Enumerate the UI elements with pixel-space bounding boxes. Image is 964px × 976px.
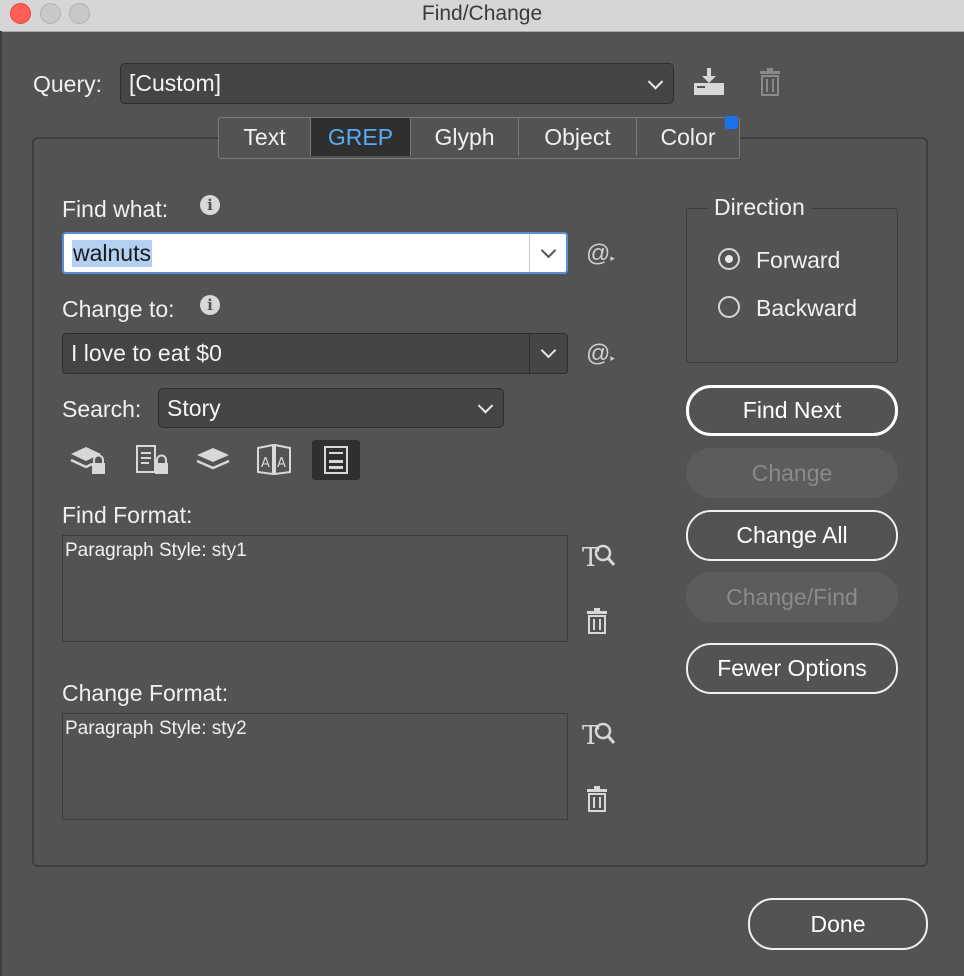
find-format-value: Paragraph Style: sty1 — [65, 540, 247, 561]
change-to-value: I love to eat $0 — [71, 340, 222, 366]
find-next-button[interactable]: Find Next — [686, 385, 898, 436]
done-button[interactable]: Done — [748, 898, 928, 950]
query-dropdown[interactable]: [Custom] — [120, 63, 674, 104]
change-to-history-button[interactable] — [529, 334, 567, 373]
include-locked-layers-icon[interactable] — [70, 444, 108, 476]
query-label: Query: — [33, 71, 103, 97]
find-format-box[interactable]: Paragraph Style: sty1 — [62, 535, 568, 642]
find-format-label: Find Format: — [62, 502, 193, 528]
include-locked-stories-icon[interactable] — [135, 444, 171, 476]
search-scope-dropdown[interactable]: Story — [158, 388, 504, 428]
change-find-button[interactable]: Change/Find — [686, 572, 898, 622]
chevron-down-icon — [477, 398, 494, 414]
specify-change-format-icon[interactable]: T — [582, 718, 616, 753]
tab-glyph[interactable]: Glyph — [411, 118, 519, 156]
svg-text:A: A — [261, 456, 270, 471]
chevron-down-icon — [540, 242, 556, 258]
query-value: [Custom] — [129, 70, 222, 96]
backward-label[interactable]: Backward — [756, 295, 857, 322]
change-to-field[interactable]: I love to eat $0 — [62, 333, 568, 374]
change-format-label: Change Format: — [62, 680, 229, 706]
include-footnotes-icon[interactable] — [312, 440, 360, 480]
window-edge — [0, 31, 2, 976]
tab-text[interactable]: Text — [219, 118, 311, 156]
tab-color[interactable]: Color — [637, 118, 739, 156]
specify-find-format-icon[interactable]: T — [582, 540, 616, 575]
delete-query-icon[interactable] — [759, 68, 781, 101]
tab-bar: Text GREP Glyph Object Color — [218, 117, 740, 159]
info-icon[interactable]: i — [200, 195, 220, 215]
forward-label[interactable]: Forward — [756, 247, 840, 274]
direction-legend: Direction — [708, 194, 811, 221]
chevron-down-icon — [647, 73, 664, 90]
special-characters-find-icon[interactable]: @▸ — [586, 240, 615, 268]
zoom-window-button[interactable] — [69, 3, 90, 24]
window-title: Find/Change — [421, 2, 543, 25]
include-master-pages-icon[interactable]: A A — [256, 444, 292, 476]
search-scope-value: Story — [167, 394, 221, 421]
special-characters-change-icon[interactable]: @▸ — [586, 340, 615, 368]
change-button[interactable]: Change — [686, 448, 898, 498]
close-window-button[interactable] — [10, 3, 31, 24]
clear-find-format-icon[interactable] — [586, 608, 608, 639]
minimize-window-button[interactable] — [40, 3, 61, 24]
save-query-icon[interactable] — [693, 67, 725, 102]
color-tab-indicator — [725, 116, 738, 129]
forward-radio[interactable] — [718, 248, 740, 270]
search-label: Search: — [62, 396, 142, 422]
tab-grep[interactable]: GREP — [311, 118, 411, 156]
find-what-label: Find what: — [62, 196, 169, 222]
direction-group — [686, 208, 898, 363]
change-all-button[interactable]: Change All — [686, 510, 898, 561]
chevron-down-icon — [540, 342, 557, 359]
find-what-field[interactable]: walnuts — [62, 232, 568, 274]
change-to-label: Change to: — [62, 296, 175, 322]
svg-text:A: A — [277, 456, 286, 471]
backward-radio[interactable] — [718, 296, 740, 318]
change-format-value: Paragraph Style: sty2 — [65, 718, 247, 739]
find-what-value: walnuts — [72, 239, 152, 267]
fewer-options-button[interactable]: Fewer Options — [686, 643, 898, 694]
find-what-history-button[interactable] — [529, 234, 566, 272]
tab-object[interactable]: Object — [519, 118, 637, 156]
include-hidden-layers-icon[interactable] — [196, 446, 230, 474]
clear-change-format-icon[interactable] — [586, 786, 608, 817]
title-bar: Find/Change — [0, 0, 964, 32]
change-format-box[interactable]: Paragraph Style: sty2 — [62, 713, 568, 820]
info-icon[interactable]: i — [200, 295, 220, 315]
